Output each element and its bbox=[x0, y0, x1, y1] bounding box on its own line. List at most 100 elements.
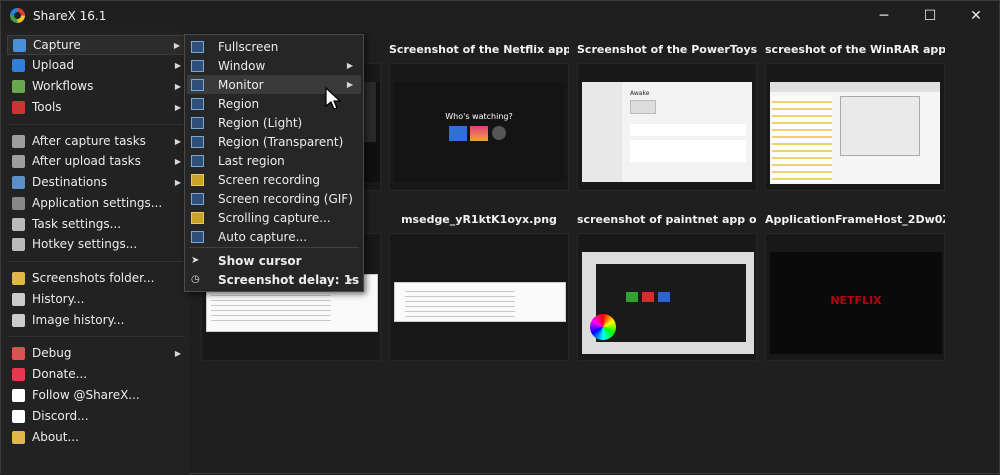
menu-item-auto-capture[interactable]: Auto capture... bbox=[187, 227, 361, 246]
chevron-right-icon: ▶ bbox=[174, 156, 181, 166]
sidebar-item-hotkey-settings[interactable]: Hotkey settings... bbox=[7, 234, 187, 254]
thumbnail-overlay-text: Awake bbox=[630, 90, 650, 97]
sidebar-separator bbox=[7, 261, 185, 262]
sidebar-item-label: History... bbox=[32, 292, 85, 306]
menu-item-label: Monitor bbox=[218, 77, 264, 92]
task-settings-icon bbox=[12, 217, 25, 231]
menu-separator bbox=[189, 247, 359, 248]
thumbnail-title: screenshot of paintnet app on Win... bbox=[577, 213, 757, 226]
thumbnail-title: screeshot of the WinRAR app on ... bbox=[765, 43, 945, 56]
menu-item-label: Auto capture... bbox=[218, 229, 308, 244]
sidebar-item-after-upload[interactable]: After upload tasks ▶ bbox=[7, 151, 187, 171]
sidebar-item-discord[interactable]: Discord... bbox=[7, 406, 187, 426]
sidebar-item-tools[interactable]: Tools ▶ bbox=[7, 97, 187, 117]
menu-item-label: Last region bbox=[218, 153, 285, 168]
sidebar-item-label: After upload tasks bbox=[32, 154, 141, 168]
minimize-button[interactable]: ─ bbox=[861, 1, 907, 30]
chevron-right-icon: ▶ bbox=[174, 60, 181, 70]
thumbnail-image[interactable]: Who's watching? bbox=[389, 63, 569, 191]
app-settings-icon bbox=[12, 196, 25, 210]
chevron-right-icon: ▶ bbox=[173, 40, 180, 50]
thumbnail-title: Screenshot of the Netflix app on ... bbox=[389, 43, 569, 56]
thumbnail-overlay-text: Who's watching? bbox=[445, 112, 513, 121]
sidebar-item-after-capture[interactable]: After capture tasks ▶ bbox=[7, 131, 187, 151]
sidebar-item-heart[interactable]: Donate... bbox=[7, 364, 187, 384]
fullscreen-icon bbox=[191, 40, 204, 53]
workflows-icon bbox=[12, 79, 25, 93]
sidebar-separator bbox=[7, 124, 185, 125]
close-button[interactable]: ✕ bbox=[953, 1, 999, 30]
maximize-button[interactable]: ☐ bbox=[907, 1, 953, 30]
history-thumbnail[interactable]: ApplicationFrameHost_2Dw0ZZbb... NETFLIX bbox=[765, 203, 945, 363]
menu-item-label: Screenshot delay: 1s bbox=[218, 272, 360, 287]
sidebar-item-label: Follow @ShareX... bbox=[32, 388, 140, 402]
history-thumbnail[interactable]: msedge_yR1ktK1oyx.png bbox=[389, 203, 569, 363]
title-bar[interactable]: ShareX 16.1 ─ ☐ ✕ bbox=[1, 1, 999, 30]
menu-item-region-light[interactable]: Region (Light) bbox=[187, 113, 361, 132]
menu-item-gif-recording[interactable]: Screen recording (GIF) bbox=[187, 189, 361, 208]
sidebar-item-history[interactable]: History... bbox=[7, 289, 187, 309]
after-capture-icon bbox=[12, 134, 25, 148]
sidebar-item-label: Hotkey settings... bbox=[32, 237, 138, 251]
capture-icon bbox=[13, 38, 26, 52]
monitor-icon bbox=[191, 78, 204, 91]
window-icon bbox=[191, 59, 204, 72]
sidebar-item-label: Tools bbox=[32, 100, 62, 114]
menu-item-label: Fullscreen bbox=[218, 39, 279, 54]
chevron-right-icon: ▶ bbox=[346, 275, 353, 284]
thumbnail-image[interactable] bbox=[765, 63, 945, 191]
sidebar-item-x-logo[interactable]: Follow @ShareX... bbox=[7, 385, 187, 405]
sidebar-item-debug[interactable]: Debug ▶ bbox=[7, 343, 187, 363]
sidebar-item-label: Image history... bbox=[32, 313, 125, 327]
sidebar-item-label: About... bbox=[32, 430, 79, 444]
history-thumbnail[interactable]: screenshot of paintnet app on Win... bbox=[577, 203, 757, 363]
sidebar-item-destinations[interactable]: Destinations ▶ bbox=[7, 172, 187, 192]
menu-item-scrolling-capture[interactable]: Scrolling capture... bbox=[187, 208, 361, 227]
history-icon bbox=[12, 292, 25, 306]
capture-submenu: Fullscreen Window ▶ Monitor ▶ Region Region (L… bbox=[184, 34, 364, 292]
sidebar-item-label: Capture bbox=[33, 38, 81, 52]
thumbnail-image[interactable] bbox=[577, 233, 757, 361]
sidebar-item-label: Workflows bbox=[32, 79, 94, 93]
thumbnail-image[interactable]: Awake bbox=[577, 63, 757, 191]
sidebar-item-crown[interactable]: About... bbox=[7, 427, 187, 447]
debug-icon bbox=[12, 346, 25, 360]
chevron-right-icon: ▶ bbox=[174, 348, 181, 358]
sidebar-item-task-settings[interactable]: Task settings... bbox=[7, 214, 187, 234]
sidebar-item-label: Destinations bbox=[32, 175, 108, 189]
history-thumbnail[interactable]: Screenshot of the PowerToys app ... Awake bbox=[577, 33, 757, 193]
sidebar-item-label: Screenshots folder... bbox=[32, 271, 155, 285]
menu-item-label: Screen recording (GIF) bbox=[218, 191, 353, 206]
menu-item-fullscreen[interactable]: Fullscreen bbox=[187, 37, 361, 56]
sidebar-item-label: Discord... bbox=[32, 409, 89, 423]
menu-item-last-region[interactable]: Last region bbox=[187, 151, 361, 170]
cursor-icon: ➤ bbox=[191, 254, 200, 266]
sidebar-item-label: Debug bbox=[32, 346, 72, 360]
sidebar-item-folder[interactable]: Screenshots folder... bbox=[7, 268, 187, 288]
sidebar-item-upload[interactable]: Upload ▶ bbox=[7, 55, 187, 75]
menu-item-label: Scrolling capture... bbox=[218, 210, 331, 225]
history-thumbnail[interactable]: Screenshot of the Netflix app on ... Who'… bbox=[389, 33, 569, 193]
history-thumbnail[interactable]: screeshot of the WinRAR app on ... bbox=[765, 33, 945, 193]
sidebar-item-image-history[interactable]: Image history... bbox=[7, 310, 187, 330]
menu-item-window[interactable]: Window ▶ bbox=[187, 56, 361, 75]
region-icon bbox=[191, 97, 204, 110]
menu-item-region-transparent[interactable]: Region (Transparent) bbox=[187, 132, 361, 151]
chevron-right-icon: ▶ bbox=[174, 177, 181, 187]
menu-item-clock[interactable]: ◷ Screenshot delay: 1s ▶ bbox=[187, 270, 361, 289]
crown-icon bbox=[12, 430, 25, 444]
thumbnail-image[interactable] bbox=[389, 233, 569, 361]
menu-item-screen-recording[interactable]: Screen recording bbox=[187, 170, 361, 189]
sidebar-item-label: After capture tasks bbox=[32, 134, 146, 148]
thumbnail-image[interactable]: NETFLIX bbox=[765, 233, 945, 361]
heart-icon bbox=[12, 367, 25, 381]
region-transparent-icon bbox=[191, 135, 204, 148]
sidebar-item-workflows[interactable]: Workflows ▶ bbox=[7, 76, 187, 96]
x-logo-icon bbox=[12, 388, 25, 402]
menu-item-label: Screen recording bbox=[218, 172, 320, 187]
sidebar-item-capture[interactable]: Capture ▶ bbox=[7, 35, 187, 55]
window-title: ShareX 16.1 bbox=[33, 8, 107, 23]
sidebar-item-app-settings[interactable]: Application settings... bbox=[7, 193, 187, 213]
menu-item-label: Region bbox=[218, 96, 260, 111]
menu-item-cursor[interactable]: ➤ Show cursor bbox=[187, 251, 361, 270]
